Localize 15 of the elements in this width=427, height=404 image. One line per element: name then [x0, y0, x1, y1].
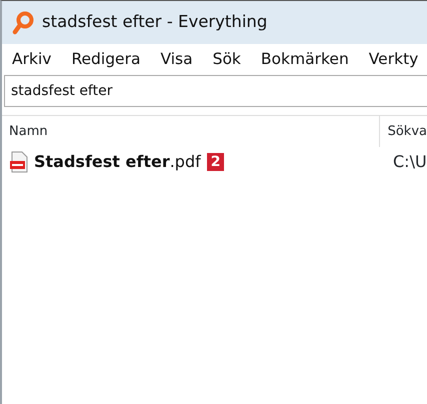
menu-item[interactable]: Redigera — [61, 48, 150, 72]
menu-item[interactable]: Arkiv — [2, 48, 62, 72]
search-field[interactable]: stadsfest efter — [4, 75, 427, 107]
menu-item[interactable]: Visa — [150, 48, 203, 72]
file-name: Stadsfest efter.pdf — [34, 151, 201, 173]
magnifier-icon — [12, 10, 34, 34]
menu-item[interactable]: Verkty — [358, 48, 427, 72]
file-path: C:\U — [393, 152, 427, 171]
column-header[interactable]: Sökva — [388, 124, 427, 139]
pdf-file-icon — [9, 151, 29, 173]
window-title: stadsfest efter - Everything — [42, 11, 268, 34]
column-header[interactable]: Namn — [9, 122, 48, 142]
callout-number: 2 — [206, 153, 224, 171]
menu-item[interactable]: Sök — [202, 48, 251, 72]
menu-item[interactable]: Bokmärken — [250, 48, 359, 72]
